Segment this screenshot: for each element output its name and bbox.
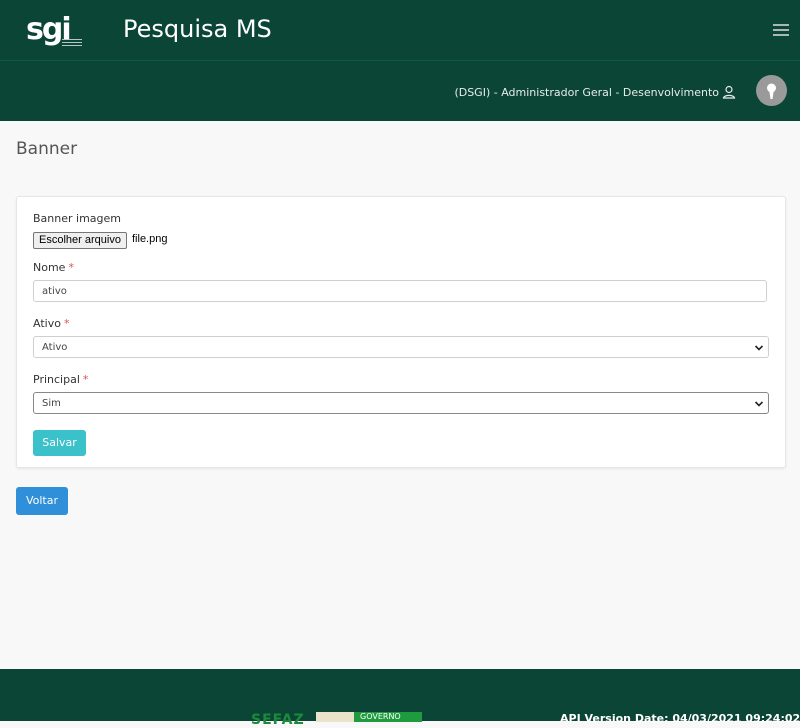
- avatar-silhouette-icon: [767, 83, 776, 99]
- nome-label-text: Nome: [33, 261, 66, 274]
- avatar[interactable]: [756, 75, 787, 106]
- ativo-label: Ativo *: [33, 317, 69, 330]
- logo-text: sgi: [26, 12, 70, 47]
- required-mark: *: [82, 373, 89, 386]
- required-mark: *: [68, 261, 74, 274]
- footer: SEFAZ GOVERNO API Version Date: 04/03/20…: [0, 669, 800, 728]
- banner-form-card: Banner imagem Escolher arquivo file.png …: [16, 196, 786, 468]
- choose-file-button[interactable]: Escolher arquivo: [33, 232, 127, 249]
- chevron-down-icon: [754, 345, 764, 351]
- user-bar: (DSGI) - Administrador Geral - Desenvolv…: [0, 60, 800, 121]
- back-button[interactable]: Voltar: [16, 487, 68, 515]
- ativo-label-text: Ativo: [33, 317, 61, 330]
- sefaz-logo: SEFAZ: [251, 712, 305, 728]
- principal-label-text: Principal: [33, 373, 80, 386]
- banner-image-label: Banner imagem: [33, 212, 121, 225]
- sgi-logo[interactable]: sgi: [26, 12, 86, 50]
- principal-selected-value: Sim: [42, 398, 61, 409]
- nome-label: Nome *: [33, 261, 74, 274]
- required-mark: *: [63, 317, 70, 330]
- nome-input[interactable]: ativo: [33, 280, 767, 302]
- app-title: Pesquisa MS: [123, 15, 272, 43]
- api-version-text: API Version Date: 04/03/2021 09:24:02: [560, 712, 800, 725]
- ativo-select[interactable]: Ativo: [33, 336, 769, 358]
- page-title: Banner: [16, 139, 78, 159]
- top-navbar: sgi Pesquisa MS: [0, 0, 800, 60]
- principal-label: Principal *: [33, 373, 88, 386]
- user-icon[interactable]: [722, 85, 736, 99]
- chevron-down-icon: [754, 401, 764, 407]
- file-name-text: file.png: [132, 233, 168, 245]
- user-profile-text[interactable]: (DSGI) - Administrador Geral - Desenvolv…: [454, 86, 719, 99]
- principal-select[interactable]: Sim: [33, 392, 769, 414]
- save-button[interactable]: Salvar: [33, 430, 86, 456]
- ativo-selected-value: Ativo: [42, 342, 68, 353]
- hamburger-icon[interactable]: [773, 24, 789, 36]
